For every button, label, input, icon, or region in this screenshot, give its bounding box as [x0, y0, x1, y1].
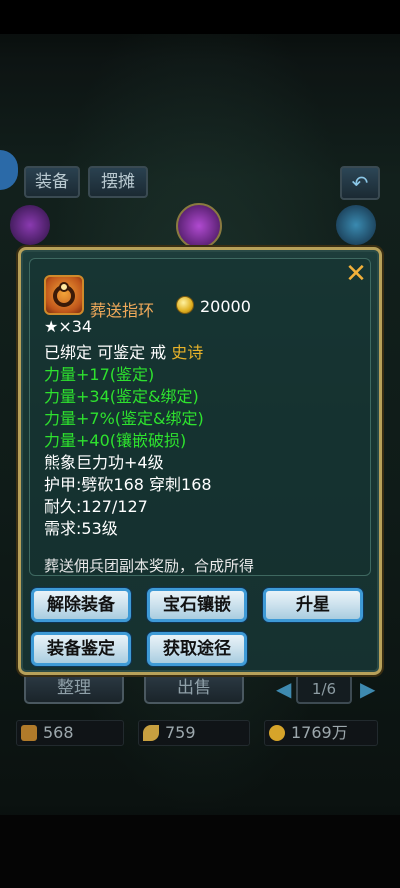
quality-label: 史诗 — [171, 343, 204, 362]
tab-equipment[interactable]: 装备 — [24, 166, 80, 198]
item-description: 葬送佣兵团副本奖励，合成所得 — [44, 557, 255, 575]
side-ornament — [0, 150, 18, 190]
item-tooltip-panel: 葬送指环 20000 ★×34 已绑定 可鉴定 戒 史诗 力量+17(鉴定) 力… — [18, 247, 382, 675]
close-icon[interactable]: ✕ — [343, 261, 369, 288]
page-indicator: 1/6 — [296, 674, 352, 704]
resource-gold: 1769万 — [264, 720, 378, 746]
requirement-line: 需求:53级 — [44, 519, 118, 538]
armor-line: 护甲:劈砍168 穿刺168 — [44, 475, 212, 494]
attribute-line: 力量+7%(鉴定&绑定) — [44, 409, 204, 428]
gold-coin-icon — [176, 296, 194, 314]
sell-button[interactable]: 出售 — [144, 672, 244, 704]
item-stars: ★×34 — [44, 317, 93, 336]
equip-slot-icon[interactable] — [10, 205, 50, 245]
attribute-line: 力量+17(鉴定) — [44, 365, 155, 384]
resource-value: 568 — [43, 723, 74, 742]
bottom-bar — [0, 815, 400, 888]
tab-stall[interactable]: 摆摊 — [88, 166, 148, 198]
wood-icon — [21, 725, 37, 741]
appraise-button[interactable]: 装备鉴定 — [31, 632, 131, 666]
attribute-line: 力量+40(镶嵌破损) — [44, 431, 187, 450]
resource-value: 1769万 — [291, 723, 348, 742]
resource-leaf: 759 — [138, 720, 250, 746]
sort-button[interactable]: 整理 — [24, 672, 124, 704]
skill-line: 熊象巨力功+4级 — [44, 453, 164, 472]
star-up-button[interactable]: 升星 — [263, 588, 363, 622]
prev-page-icon[interactable]: ◀ — [276, 676, 291, 702]
back-icon[interactable]: ↶ — [340, 166, 380, 200]
resource-wood: 568 — [16, 720, 124, 746]
durability-line: 耐久:127/127 — [44, 497, 148, 516]
status-bar — [0, 0, 400, 34]
unequip-button[interactable]: 解除装备 — [31, 588, 131, 622]
gold-coin-icon — [269, 725, 285, 741]
status-text: 已绑定 可鉴定 戒 — [44, 343, 172, 362]
ring-icon — [44, 275, 84, 315]
gem-inlay-button[interactable]: 宝石镶嵌 — [147, 588, 247, 622]
item-name: 葬送指环 — [90, 301, 155, 320]
item-info-box: 葬送指环 20000 ★×34 已绑定 可鉴定 戒 史诗 力量+17(鉴定) 力… — [29, 258, 371, 576]
next-page-icon[interactable]: ▶ — [360, 676, 375, 702]
leaf-icon — [143, 725, 159, 741]
resource-value: 759 — [165, 723, 196, 742]
attribute-line: 力量+34(鉴定&绑定) — [44, 387, 199, 406]
equip-slot-icon[interactable] — [336, 205, 376, 245]
item-status: 已绑定 可鉴定 戒 史诗 — [44, 339, 203, 363]
character-portrait-icon[interactable] — [176, 203, 222, 249]
item-price: 20000 — [200, 297, 251, 316]
obtain-route-button[interactable]: 获取途径 — [147, 632, 247, 666]
